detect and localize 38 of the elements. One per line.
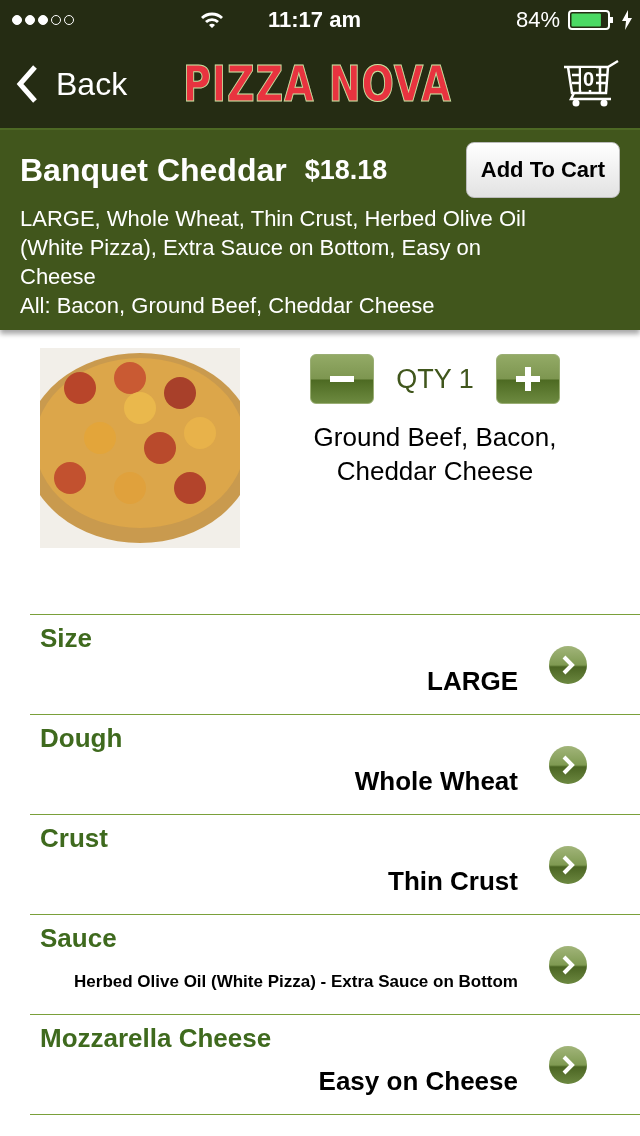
option-label: Dough (40, 723, 123, 754)
product-price: $18.18 (304, 154, 389, 186)
order-summary: LARGE, Whole Wheat, Thin Crust, Herbed Olive Oil (White Pizza), Extra Sauce on Bottom, Easy on Cheese (20, 205, 527, 291)
battery-icon (568, 10, 614, 30)
toppings-text: Ground Beef, Bacon, Cheddar Cheese (312, 421, 558, 488)
status-time: 11:17 am (268, 7, 362, 33)
minus-icon (330, 376, 355, 382)
cart-button[interactable]: 0 (562, 58, 620, 110)
back-button[interactable]: Back (16, 65, 128, 103)
brand-logo: PIZZA NOVA (183, 55, 453, 113)
product-name: Banquet Cheddar (20, 151, 287, 189)
chevron-icon (548, 644, 588, 685)
option-label: Size (40, 623, 93, 654)
chevron-icon (548, 744, 588, 785)
add-to-cart-button[interactable]: Add To Cart (465, 142, 620, 198)
option-label: Mozzarella Cheese (40, 1023, 272, 1054)
battery-percent: 84% (515, 7, 560, 33)
option-value: Whole Wheat (354, 766, 518, 797)
option-value: Herbed Olive Oil (White Pizza) - Extra Sauce on Bottom (74, 972, 518, 992)
option-label: Sauce (40, 923, 117, 954)
option-value: Easy on Cheese (318, 1066, 518, 1097)
chevron-icon (548, 1044, 588, 1085)
chevron-icon (548, 944, 588, 985)
option-label: Crust (40, 823, 108, 854)
wifi-icon (200, 11, 224, 29)
option-value: Thin Crust (388, 866, 518, 897)
option-row[interactable]: Size LARGE (30, 614, 640, 714)
option-value: LARGE (427, 666, 518, 697)
toppings-summary: All: Bacon, Ground Beef, Cheddar Cheese (20, 292, 436, 320)
quantity-label: QTY 1 (396, 363, 474, 395)
increase-button[interactable] (495, 354, 560, 404)
chevron-icon (548, 844, 588, 885)
option-row[interactable]: Sauce Herbed Olive Oil (White Pizza) - Extra Sauce on Bottom (30, 914, 640, 1014)
chevron-left-icon (16, 65, 38, 103)
option-row[interactable]: Dough Whole Wheat (30, 714, 640, 814)
option-row[interactable]: Mozzarella Cheese Easy on Cheese (30, 1014, 640, 1115)
option-row[interactable]: Crust Thin Crust (30, 814, 640, 914)
decrease-button[interactable] (310, 354, 375, 404)
